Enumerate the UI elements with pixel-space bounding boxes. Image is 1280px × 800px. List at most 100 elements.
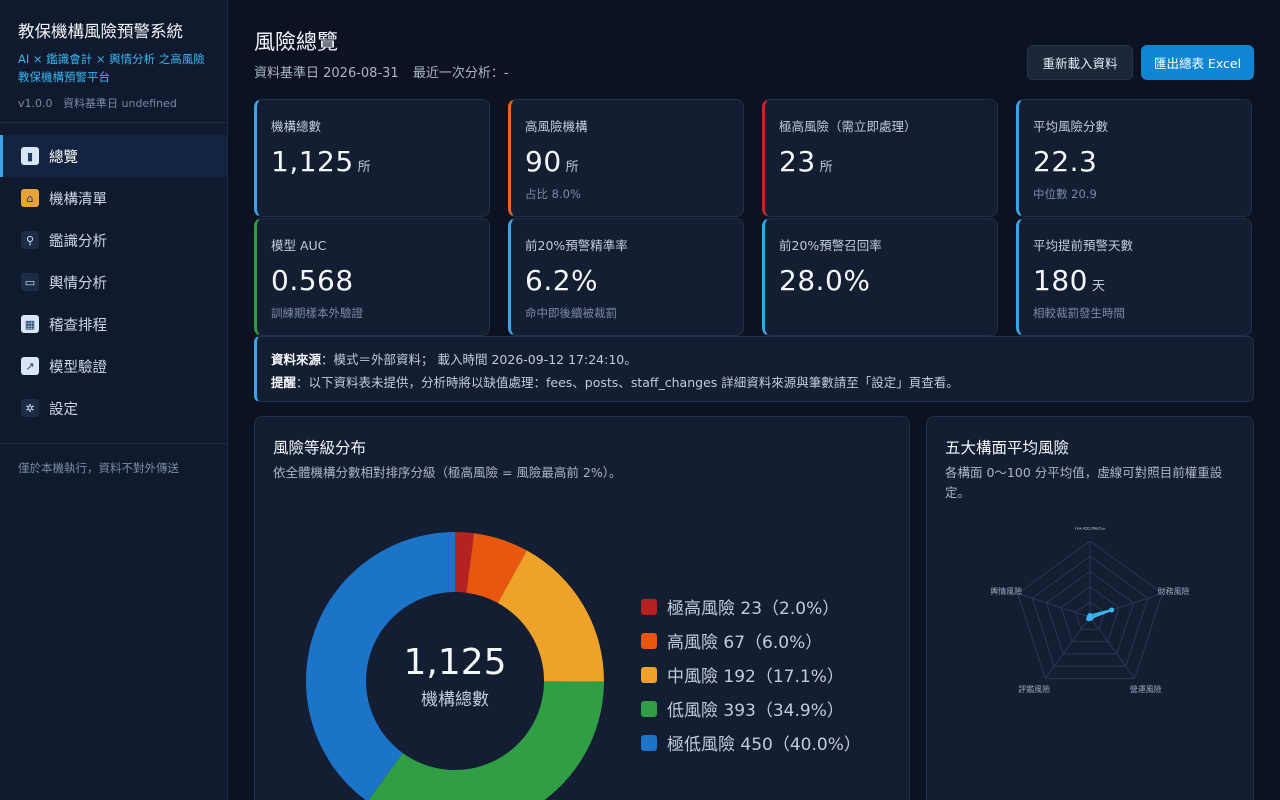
legend-item-2: 中風險 192（17.1%） [641,662,844,687]
sidebar-item-4[interactable]: ▦ 稽查排程 [0,303,227,345]
legend-swatch [641,666,657,683]
kpi-sub: 命中即後續被裁罰 [525,306,617,320]
kpi-value: 0.568 [271,264,354,297]
radar-point-4[interactable] [1086,614,1092,620]
brand: 教保機構風險預警系統 AI × 鑑識會計 × 輿情分析 之高風險教保機構預警平台… [0,0,227,123]
legend-swatch [641,700,657,717]
sidebar-footer-note: 僅於本機執行，資料不對外傳送 [18,461,179,475]
kpi-card-0: 機構總數 1,125 所 [254,99,490,217]
sidebar-item-label: 設定 [49,401,78,418]
kpi-value-row: 0.568 [271,264,475,297]
legend-item-4: 極低風險 450（40.0%） [641,730,861,755]
dimension-risk-desc: 各構面 0～100 分平均值，虛線可對照目前權重設定。 [945,465,1223,500]
app-base-date: 資料基準日 undefined [63,97,177,110]
kpi-sub: 中位數 20.9 [1033,187,1097,201]
kpi-value-row: 28.0% [779,264,983,297]
radar-axis-line-4 [1017,593,1091,618]
kpi-value-row: 6.2% [525,264,729,297]
sidebar: 教保機構風險預警系統 AI × 鑑識會計 × 輿情分析 之高風險教保機構預警平台… [0,0,228,800]
kpi-card-4: 模型 AUC 0.568 訓練期樣本外驗證 [254,218,490,336]
notice-warn-line: 提醒：以下資料表未提供，分析時將以缺值處理：fees、posts、staff_c… [271,371,1239,394]
dimension-risk-panel: 五大構面平均風險 各構面 0～100 分平均值，虛線可對照目前權重設定。 法遵風… [926,416,1254,800]
kpi-card-7: 平均提前預警天數 180 天相較裁罰發生時間 [1016,218,1252,336]
donut-center-value: 1,125 [403,642,506,683]
notice-source-text: ：模式＝外部資料； 載入時間 2026-09-12 17:24:10。 [321,352,637,367]
sidebar-item-0[interactable]: ▮ 總覽 [0,135,227,177]
kpi-label: 極高風險（需立即處理） [779,119,917,134]
kpi-label: 平均風險分數 [1033,119,1109,134]
sidebar-item-label: 稽查排程 [49,317,107,334]
app-version-line: v1.0.0 資料基準日 undefined [18,95,209,111]
kpi-sub: 相較裁罰發生時間 [1033,306,1125,320]
app-version: v1.0.0 [18,97,53,110]
page-title: 風險總覽 [254,30,338,54]
speech-bubble-icon: ▭ [21,273,39,291]
kpi-label: 模型 AUC [271,238,327,253]
sidebar-item-1[interactable]: ⌂ 機構清單 [0,177,227,219]
kpi-value-row: 22.3 [1033,145,1237,178]
kpi-card-3: 平均風險分數 22.3 中位數 20.9 [1016,99,1252,217]
base-date: 資料基準日 2026-08-31 [254,66,399,81]
radar-axis-label-3: 評鑑風險 [1018,684,1050,694]
kpi-value-row: 180 天 [1033,264,1237,297]
kpi-card-1: 高風險機構 90 所占比 8.0% [508,99,744,217]
kpi-unit: 所 [819,160,833,175]
sidebar-item-label: 輿情分析 [49,275,107,292]
dimension-risk-title: 五大構面平均風險 [945,439,1070,457]
radar-axis-line-2 [1089,616,1136,679]
bar-chart-icon: ▮ [21,147,39,165]
legend-item-1: 高風險 67（6.0%） [641,628,822,653]
radar-axis-label-0: 法遵風險 [1074,527,1106,531]
risk-donut-chart: 1,125 機構總數 [306,532,604,800]
sidebar-item-3[interactable]: ▭ 輿情分析 [0,261,227,303]
kpi-sub: 訓練期樣本外驗證 [271,306,363,320]
kpi-label: 前20%預警精準率 [525,238,628,253]
risk-distribution-panel: 風險等級分布 依全體機構分數相對排序分級（極高風險 = 風險最高前 2%）。 1… [254,416,910,800]
sidebar-item-6[interactable]: ✲ 設定 [0,387,227,429]
app-subtitle: AI × 鑑識會計 × 輿情分析 之高風險教保機構預警平台 [18,52,205,84]
dimension-radar-chart: 法遵風險財務風險營運風險 評鑑風險 輿情風險 [990,527,1190,694]
kpi-value: 90 [525,145,562,178]
radar-point-1[interactable] [1109,607,1115,613]
radar-axis-label-1: 財務風險 [1158,586,1190,596]
legend-item-3: 低風險 393（34.9%） [641,696,844,721]
sidebar-nav: ▮ 總覽 ⌂ 機構清單 ⚲ 鑑識分析 ▭ 輿情分析 ▦ 稽查排程 ↗ 模型驗證 ✲ 設定 [0,135,227,444]
kpi-unit: 天 [1091,279,1105,294]
line-chart-icon: ↗ [21,357,39,375]
legend-label: 低風險 393（34.9%） [667,701,844,721]
legend-label: 高風險 67（6.0%） [667,633,823,653]
radar-axis-line-3 [1044,616,1091,679]
risk-distribution-title: 風險等級分布 [273,439,367,457]
kpi-unit: 所 [565,160,579,175]
notice-warn-text: ：以下資料表未提供，分析時將以缺值處理：fees、posts、staff_cha… [296,375,959,390]
kpi-value: 22.3 [1033,145,1098,178]
magnifier-icon: ⚲ [21,231,39,249]
kpi-value: 180 [1033,264,1088,297]
kpi-value-row: 1,125 所 [271,145,475,178]
kpi-value: 23 [779,145,816,178]
legend-item-0: 極高風險 23（2.0%） [641,594,839,619]
reload-data-button[interactable]: 重新載入資料 [1027,45,1133,80]
sidebar-item-label: 模型驗證 [49,359,107,376]
risk-distribution-desc: 依全體機構分數相對排序分級（極高風險 = 風險最高前 2%）。 [273,465,622,480]
kpi-value: 28.0% [779,264,871,297]
school-icon: ⌂ [21,189,39,207]
legend-label: 極高風險 23（2.0%） [667,599,840,619]
kpi-value-row: 23 所 [779,145,983,178]
radar-axis-label-4: 輿情風險 [990,586,1022,596]
kpi-label: 機構總數 [271,119,322,134]
radar-axis-label-2: 營運風險 [1130,684,1162,694]
notice-source-line: 資料來源：模式＝外部資料； 載入時間 2026-09-12 17:24:10。 [271,348,1239,371]
legend-label: 極低風險 450（40.0%） [667,735,861,755]
sidebar-item-5[interactable]: ↗ 模型驗證 [0,345,227,387]
sidebar-item-label: 總覽 [49,149,78,166]
export-excel-button[interactable]: 匯出總表 Excel [1141,45,1254,80]
app-title: 教保機構風險預警系統 [18,22,183,41]
kpi-label: 前20%預警召回率 [779,238,882,253]
notice-source-label: 資料來源 [271,352,322,367]
legend-swatch [641,734,657,751]
sidebar-item-label: 鑑識分析 [49,233,107,250]
sidebar-item-2[interactable]: ⚲ 鑑識分析 [0,219,227,261]
legend-label: 中風險 192（17.1%） [667,667,844,687]
page-meta: 資料基準日 2026-08-31 最近一次分析：- [254,62,519,81]
